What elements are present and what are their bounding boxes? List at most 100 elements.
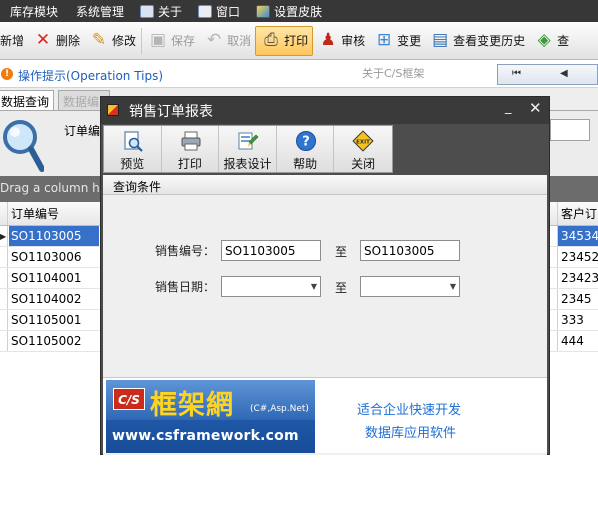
menu-inventory-module[interactable]: 库存模块 [0,0,64,22]
cell-customer[interactable]: 444 [557,331,598,351]
printer-icon [181,131,201,151]
cell-order-no[interactable]: SO1105001 [9,310,99,330]
audit-button[interactable]: ♟ 审核 [313,26,369,56]
tab-data-query[interactable]: 数据查询 [0,90,54,110]
sales-date-to-picker[interactable]: ▼ [360,276,460,297]
cancel-button[interactable]: ↶ 取消 [199,26,255,56]
sales-no-from-input[interactable] [221,240,321,261]
save-button[interactable]: ▣ 保存 [143,26,199,56]
new-button[interactable]: 新增 [0,26,28,56]
row-indicator [0,331,8,351]
menu-set-skin[interactable]: 设置皮肤 [246,0,328,22]
change-button[interactable]: ⊞ 变更 [369,26,425,56]
dialog-close-button[interactable]: EXIT 关闭 [334,126,392,172]
magnifier-icon [3,120,44,172]
menu-about[interactable]: 关于 [130,0,188,22]
printer-icon [140,4,155,18]
row-indicator [0,268,8,288]
pencil-icon: ✎ [91,30,107,50]
sales-order-report-dialog: 销售订单报表 _ ✕ 预览 打印 报表设计 ? 帮助 EXIT 关闭 查询条件 … [100,96,550,455]
sales-no-label: 销售编号： [155,244,216,258]
sales-date-label: 销售日期： [155,280,216,294]
operation-tips-link[interactable]: 操作提示(Operation Tips) [18,67,163,84]
sales-no-to-input[interactable] [360,240,460,261]
delete-button[interactable]: ✕ 删除 [28,26,84,56]
query-field[interactable] [550,119,590,141]
change-icon: ⊞ [376,30,392,50]
toolbar-separator [141,27,143,54]
order-no-label: 订单编 [64,124,101,138]
edit-button[interactable]: ✎ 修改 [84,26,140,56]
report-design-label: 报表设计 [223,157,272,171]
skin-icon [256,4,271,18]
banner-url: www.csframework.com [112,428,299,444]
column-header-customer[interactable]: 客户订 [557,202,598,225]
main-toolbar: 新增 ✕ 删除 ✎ 修改 ▣ 保存 ↶ 取消 ⎙ 打印 ♟ 审核 ⊞ 变更 ▤ 查看变更历史 ◈… [0,22,598,60]
previous-record-icon[interactable]: ◀ [560,68,568,79]
print-button[interactable]: ⎙ 打印 [255,25,314,56]
app-icon [107,104,119,116]
cell-customer[interactable]: 345345 [557,226,598,246]
to-label: 至 [335,245,348,259]
row-indicator [0,247,8,267]
main-menu-bar: 库存模块 系统管理 关于 窗口 设置皮肤 [0,0,598,22]
column-header-order-no[interactable]: 订单编号 [9,202,99,225]
help-icon: ? [295,131,316,151]
more-button[interactable]: ◈ 查 [529,26,573,56]
sales-date-from-picker[interactable]: ▼ [221,276,321,297]
dialog-footer: C/S 框架網 (C#,Asp.Net) www.csframework.com… [103,377,547,453]
view-change-history-button[interactable]: ▤ 查看变更历史 [425,26,529,56]
chevron-down-icon[interactable]: ▼ [311,277,317,296]
cell-customer[interactable]: 234523 [557,247,598,267]
slogan-line-1: 适合企业快速开发 [357,403,462,418]
row-indicator: ▶ [0,226,8,246]
cell-customer[interactable]: 333 [557,310,598,330]
query-conditions-header: 查询条件 [103,175,547,195]
to-label: 至 [335,281,348,295]
dialog-toolbar: 预览 打印 报表设计 ? 帮助 EXIT 关闭 [103,125,393,173]
help-button[interactable]: ? 帮助 [277,126,335,172]
about-framework-text: 关于C/S框架 [362,67,425,80]
dialog-body: 查询条件 销售编号： 至 销售日期： ▼ 至 ▼ C/S 框架網 (C#,Asp… [103,175,547,455]
banner-brand-name: 框架網 [150,390,234,421]
close-label: 关闭 [351,157,376,171]
report-design-button[interactable]: 报表设计 [219,126,277,172]
close-icon[interactable]: ✕ [529,99,542,117]
row-indicator-header [0,202,8,225]
cell-order-no[interactable]: SO1103006 [9,247,99,267]
minimize-icon[interactable]: _ [505,100,512,115]
search-doc-icon: ◈ [537,30,551,50]
csframework-banner-logo: C/S 框架網 (C#,Asp.Net) www.csframework.com [106,380,315,453]
row-indicator [0,310,8,330]
menu-window[interactable]: 窗口 [188,0,246,22]
help-label: 帮助 [293,157,318,171]
save-icon: ▣ [150,30,167,50]
first-record-icon[interactable]: ⏮ [512,68,521,79]
printer-icon: ⎙ [264,30,278,50]
preview-icon [124,131,143,152]
chevron-down-icon[interactable]: ▼ [450,277,456,296]
cell-order-no[interactable]: SO1105002 [9,331,99,351]
menu-system-management[interactable]: 系统管理 [64,0,130,22]
stamp-icon: ♟ [320,30,336,50]
cell-order-no[interactable]: SO1104002 [9,289,99,309]
delete-x-icon: ✕ [35,30,51,50]
window-icon [198,4,213,18]
banner-cs-mark: C/S [113,388,145,410]
document-icon: ▤ [432,30,449,50]
cell-customer[interactable]: 2345 [557,289,598,309]
preview-button[interactable]: 预览 [104,126,162,172]
exit-icon: EXIT [352,130,374,152]
row-indicator [0,289,8,309]
dialog-title: 销售订单报表 [129,104,213,120]
report-design-icon [238,132,259,150]
cell-customer[interactable]: 234234 [557,268,598,288]
banner-tech-tag: (C#,Asp.Net) [250,404,309,414]
record-navigator: ⏮ ◀ [497,64,598,85]
undo-icon: ↶ [206,30,222,50]
dialog-title-bar[interactable]: 销售订单报表 _ ✕ [101,97,549,124]
dialog-print-button[interactable]: 打印 [162,126,220,172]
cell-order-no[interactable]: SO1104001 [9,268,99,288]
preview-label: 预览 [120,157,145,171]
cell-order-no[interactable]: SO1103005 [9,226,99,246]
